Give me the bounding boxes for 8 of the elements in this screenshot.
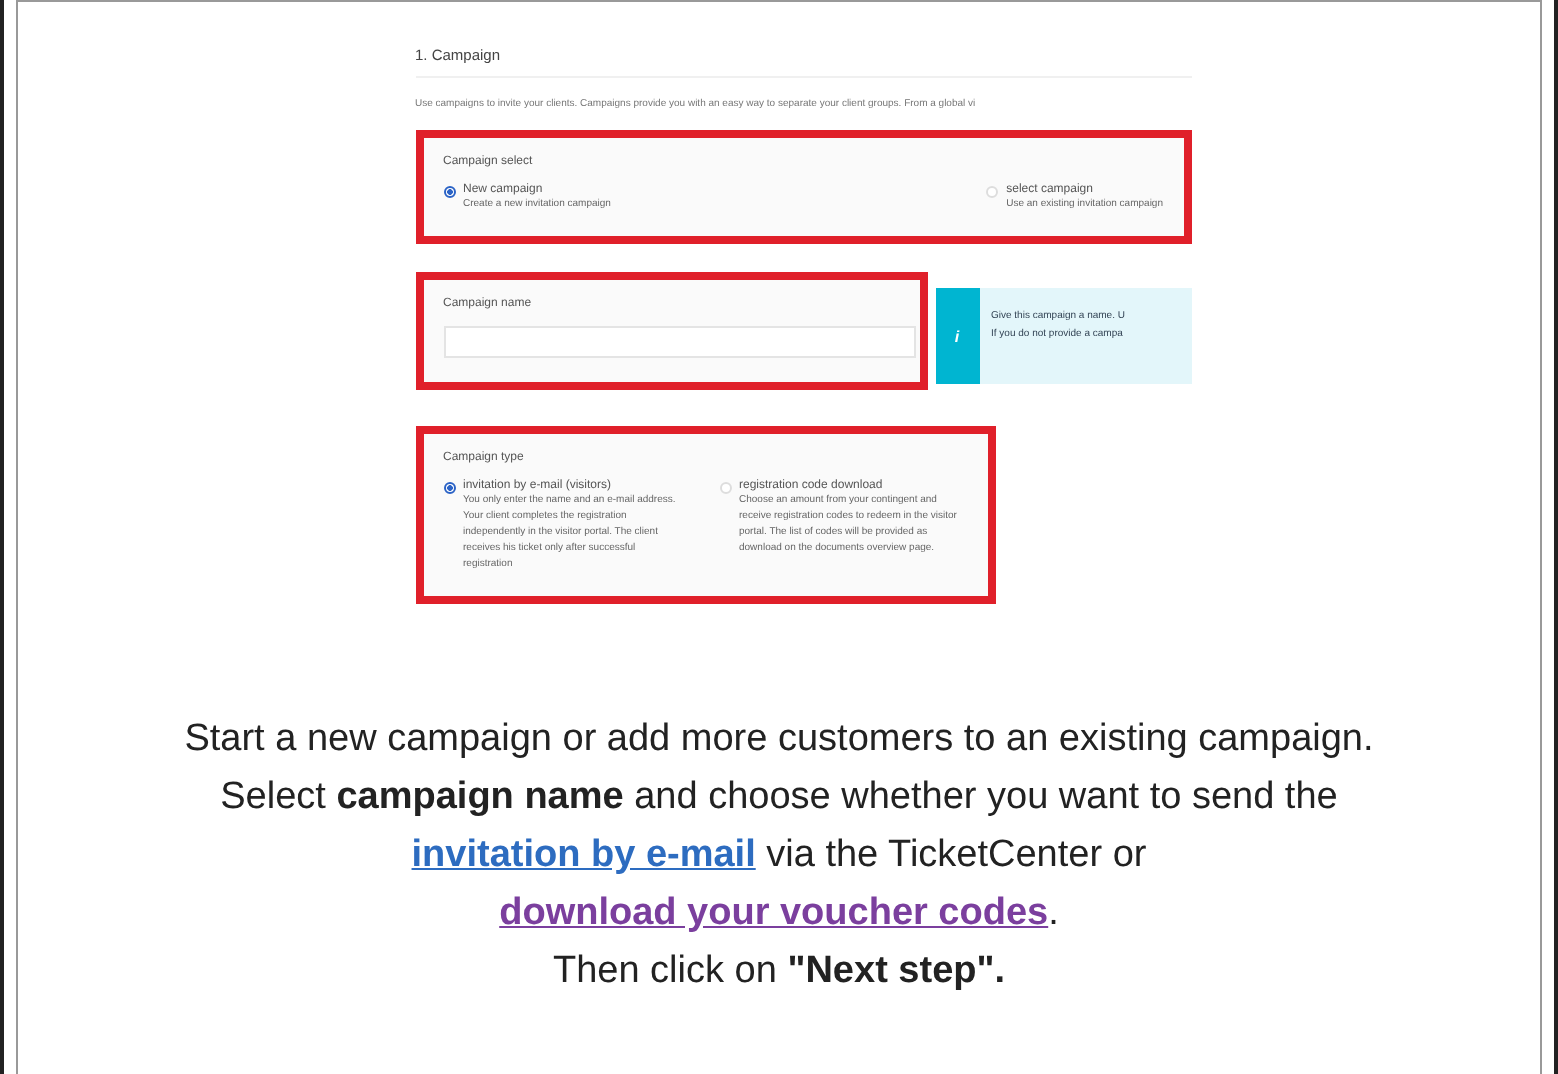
inline-link[interactable]: invitation by e-mail [411,834,756,876]
inline-link[interactable]: download your voucher codes [499,892,1049,934]
info-icon: i [935,288,979,384]
caption-text: Then click on "Next step". [550,948,1008,996]
radio-button[interactable] [443,186,455,198]
campaign-name-field[interactable] [443,326,915,358]
radio-button[interactable] [443,482,455,494]
caption-text: Start a new campaign or add more customers to an existing campaign. Select campaign name and choose whether you want to send the invitation by e-mail via the TicketCenter or download your voucher codes. [182,716,1376,938]
